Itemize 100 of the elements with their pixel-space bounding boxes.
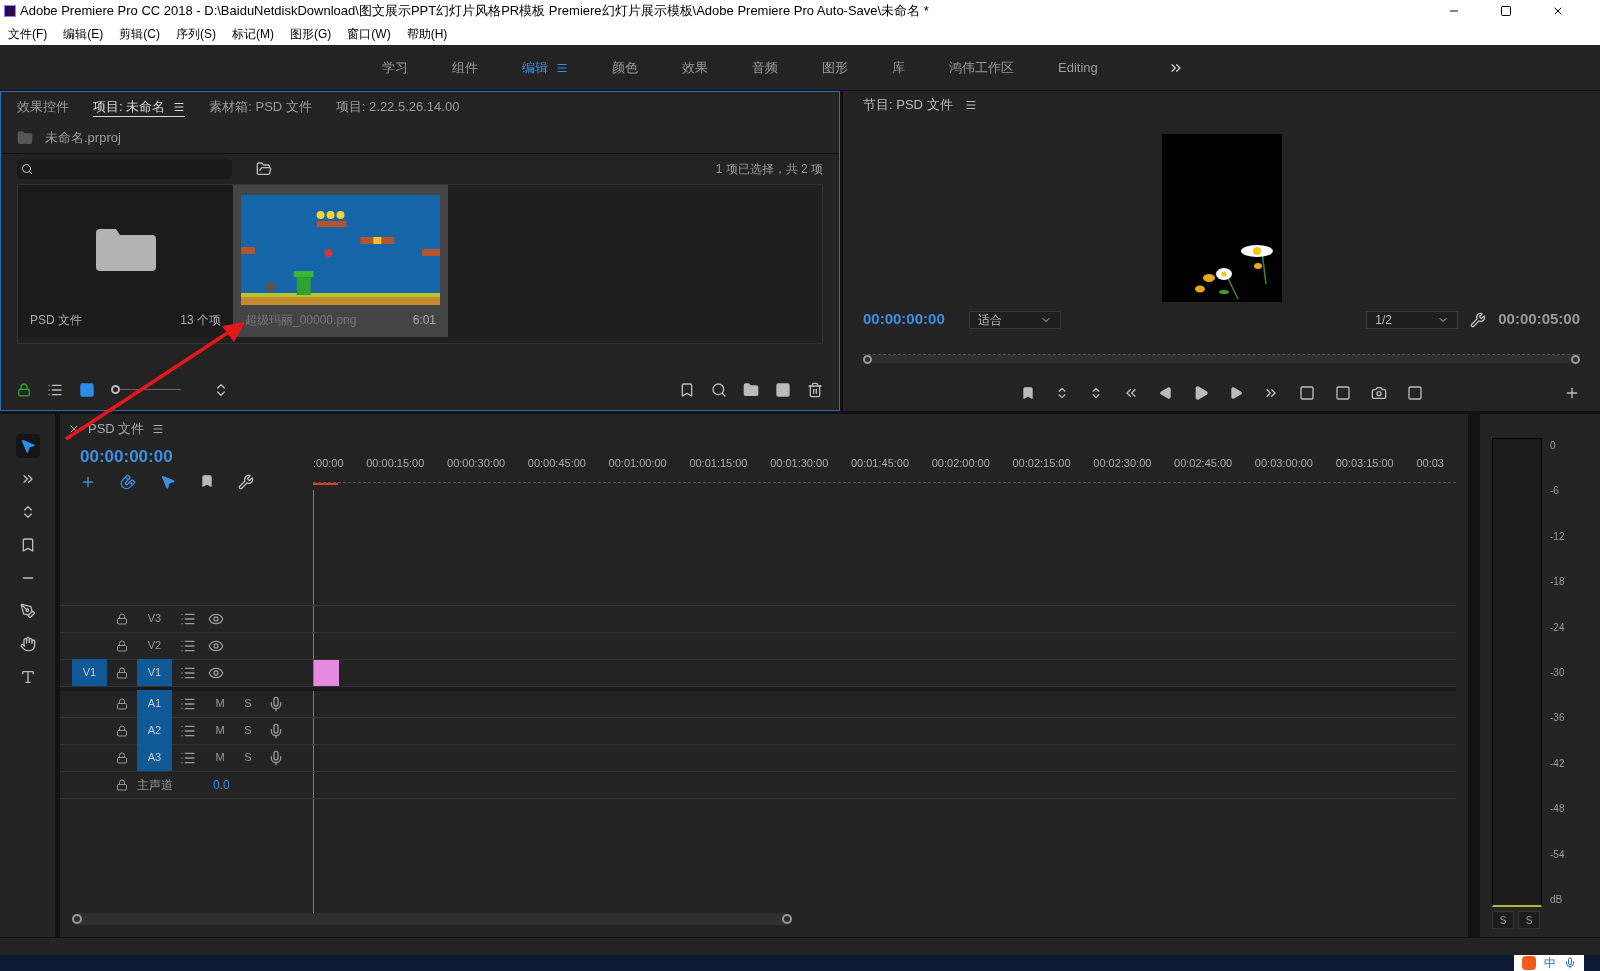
wrench-icon[interactable] bbox=[1470, 311, 1487, 328]
search-field[interactable] bbox=[17, 159, 232, 179]
ruler-label: 00:02:45:00 bbox=[1174, 455, 1233, 471]
step-forward-icon[interactable] bbox=[1228, 386, 1243, 400]
meter-scale-label: -6 bbox=[1550, 484, 1560, 499]
fit-dropdown[interactable]: 适合 bbox=[968, 310, 1061, 329]
search-icon[interactable] bbox=[711, 382, 727, 398]
workspace-tab[interactable]: Editing bbox=[1036, 45, 1120, 90]
workspace-tab[interactable]: 音频 bbox=[730, 45, 800, 90]
lock-icon[interactable] bbox=[116, 751, 128, 764]
icon-view-icon[interactable] bbox=[79, 382, 95, 398]
workspace-tab[interactable]: 编辑 bbox=[500, 45, 590, 90]
workspace-tab[interactable]: 图形 bbox=[800, 45, 870, 90]
maximize-icon[interactable] bbox=[1500, 5, 1512, 17]
item-info: 6:01 bbox=[412, 312, 436, 329]
microphone-icon[interactable] bbox=[268, 749, 284, 766]
microphone-icon[interactable] bbox=[1564, 957, 1576, 969]
panel-tab[interactable]: 项目: 未命名 bbox=[93, 96, 186, 118]
meter-scale-label: -18 bbox=[1550, 575, 1565, 590]
menu-item[interactable]: 文件(F) bbox=[8, 24, 48, 43]
menu-item[interactable]: 序列(S) bbox=[176, 24, 216, 43]
solo-button[interactable]: S bbox=[236, 722, 260, 739]
mute-button[interactable]: M bbox=[208, 695, 232, 712]
panel-tab[interactable]: 效果控件 bbox=[17, 97, 69, 117]
zoom-slider[interactable] bbox=[111, 385, 181, 395]
track-target[interactable]: V3 bbox=[137, 605, 172, 632]
pen-icon[interactable] bbox=[19, 603, 36, 619]
snap-icon[interactable] bbox=[120, 473, 136, 490]
workspace-tab[interactable]: 颜色 bbox=[590, 45, 660, 90]
step-back-icon[interactable] bbox=[1158, 386, 1173, 400]
new-bin-icon[interactable] bbox=[743, 382, 759, 398]
close-icon[interactable] bbox=[68, 423, 80, 435]
menu-item[interactable]: 剪辑(C) bbox=[119, 24, 160, 43]
item-info: 13 个项 bbox=[180, 312, 221, 329]
lock-icon[interactable] bbox=[116, 724, 128, 737]
ime-language[interactable]: 中 bbox=[1544, 954, 1556, 971]
lock-icon[interactable] bbox=[116, 666, 128, 679]
microphone-icon[interactable] bbox=[268, 695, 284, 712]
workspace-tab[interactable]: 学习 bbox=[360, 45, 430, 90]
panel-tab[interactable]: 素材箱: PSD 文件 bbox=[209, 97, 312, 117]
workspace-tab[interactable]: 鸿伟工作区 bbox=[927, 45, 1036, 90]
marker-icon[interactable] bbox=[200, 473, 214, 488]
workspace-tab[interactable]: 组件 bbox=[430, 45, 500, 90]
solo-button[interactable]: S bbox=[1518, 911, 1540, 929]
track-target[interactable]: V1 bbox=[137, 659, 172, 686]
camera-icon[interactable] bbox=[1370, 385, 1387, 401]
horizontal-scrollbar[interactable] bbox=[72, 913, 792, 925]
solo-button[interactable]: S bbox=[236, 749, 260, 766]
workspace-tab[interactable]: 库 bbox=[870, 45, 927, 90]
lock-icon[interactable] bbox=[116, 778, 128, 791]
ruler-label: 00:00:30:00 bbox=[447, 455, 506, 471]
selection-tool-icon[interactable] bbox=[19, 438, 36, 454]
ruler-label: :00:00 bbox=[313, 455, 344, 471]
current-timecode[interactable]: 00:00:00:00 bbox=[863, 308, 945, 331]
bin-item[interactable]: PSD 文件 13 个项 bbox=[18, 185, 233, 337]
sequence-tab[interactable]: PSD 文件 bbox=[88, 419, 145, 439]
ime-toolbar[interactable]: 中 bbox=[1514, 955, 1584, 971]
close-icon[interactable] bbox=[1552, 5, 1564, 17]
lock-icon[interactable] bbox=[116, 612, 128, 625]
hand-icon[interactable] bbox=[19, 636, 36, 652]
menu-item[interactable]: 编辑(E) bbox=[63, 24, 104, 43]
source-patch[interactable]: V1 bbox=[72, 659, 107, 686]
solo-button[interactable]: S bbox=[1492, 911, 1514, 929]
slider-thumb[interactable] bbox=[111, 385, 120, 394]
panel-tab[interactable]: 项目: 2.22.5.26.14.00 bbox=[335, 97, 460, 117]
trash-icon[interactable] bbox=[807, 382, 823, 398]
folder-icon bbox=[95, 229, 156, 271]
menu-item[interactable]: 图形(G) bbox=[290, 24, 332, 43]
wrench-icon[interactable] bbox=[238, 473, 254, 490]
lock-icon[interactable] bbox=[116, 639, 128, 652]
menu-icon[interactable] bbox=[152, 423, 165, 435]
linked-selection-icon[interactable] bbox=[160, 473, 176, 490]
ruler-label: 00:03 bbox=[1416, 455, 1444, 471]
menu-item[interactable]: 帮助(H) bbox=[406, 24, 448, 43]
meter-scale-label: -54 bbox=[1550, 847, 1565, 862]
clip[interactable] bbox=[314, 659, 339, 686]
mute-button[interactable]: M bbox=[208, 749, 232, 766]
add-button-icon[interactable] bbox=[1564, 385, 1580, 401]
master-volume[interactable]: 0.0 bbox=[213, 775, 230, 794]
track-target[interactable]: V2 bbox=[137, 632, 172, 659]
menu-icon[interactable] bbox=[173, 100, 186, 113]
menu-icon[interactable] bbox=[964, 98, 977, 111]
workspace-tab[interactable]: 效果 bbox=[660, 45, 730, 90]
mute-button[interactable]: M bbox=[208, 722, 232, 739]
track-target[interactable]: A3 bbox=[137, 744, 172, 771]
time-ruler[interactable]: :00:00 00:00:15:00 00:00:30:00 00:00:45:00 00:01:00:00 00:01:15:00 00:01:30:00 00:01:45:00 00:02:00:00 00:02:15:00 00:02:30:00 00:02:45:00 00:03:00:00 00:03:15:00 00:03 bbox=[313, 444, 1456, 489]
folder-search-icon[interactable] bbox=[256, 161, 272, 177]
type-icon[interactable] bbox=[19, 669, 36, 685]
list-view-icon[interactable] bbox=[47, 382, 63, 398]
solo-button[interactable]: S bbox=[236, 695, 260, 712]
marker-icon[interactable] bbox=[1020, 386, 1035, 400]
menu-item[interactable]: 标记(M) bbox=[232, 24, 274, 43]
lock-icon[interactable] bbox=[116, 697, 128, 710]
microphone-icon[interactable] bbox=[268, 722, 284, 739]
menu-item[interactable]: 窗口(W) bbox=[347, 24, 391, 43]
resolution-dropdown[interactable]: 1/2 bbox=[1366, 310, 1459, 329]
track-target[interactable]: A1 bbox=[137, 690, 172, 717]
lock-icon[interactable] bbox=[17, 383, 31, 397]
timeline-timecode[interactable]: 00:00:00:00 bbox=[80, 444, 313, 470]
track-target[interactable]: A2 bbox=[137, 717, 172, 744]
